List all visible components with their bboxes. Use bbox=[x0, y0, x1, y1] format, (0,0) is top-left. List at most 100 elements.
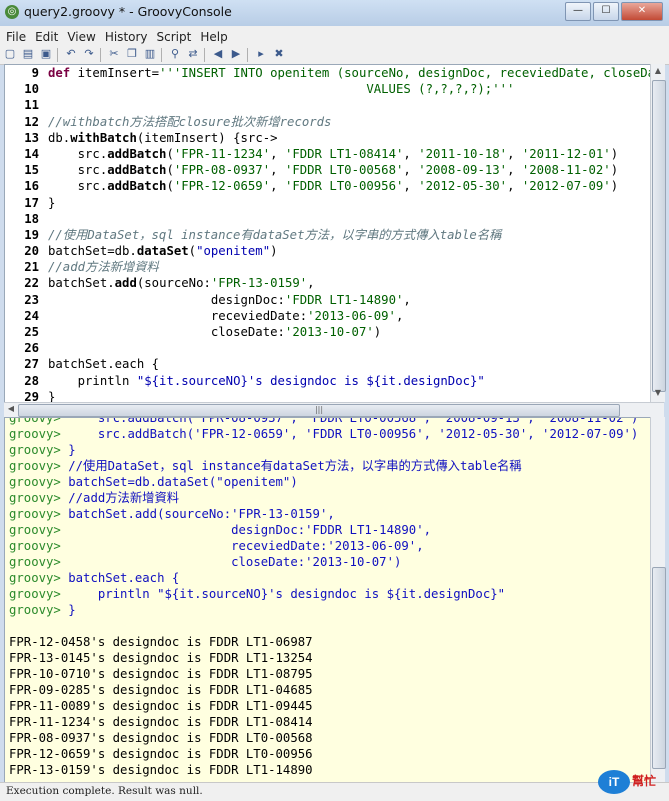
code-line: batchSet.add(sourceNo:'FPR-13-0159', bbox=[48, 276, 315, 291]
code-area[interactable]: def itemInsert='''INSERT INTO openitem (… bbox=[48, 65, 651, 403]
output-echo-line: groovy> receviedDate:'2013-06-09', bbox=[9, 539, 424, 553]
editor-horizontal-scrollbar[interactable]: ◀ ||| bbox=[4, 402, 664, 417]
code-line: src.addBatch('FPR-11-1234', 'FDDR LT1-08… bbox=[48, 146, 619, 161]
status-text: Execution complete. Result was null. bbox=[6, 785, 203, 797]
paste-icon[interactable]: ▥ bbox=[142, 46, 158, 62]
code-line: } bbox=[48, 195, 56, 210]
history-next-icon[interactable]: ▶ bbox=[228, 46, 244, 62]
code-line: //add方法新增資料 bbox=[48, 260, 159, 275]
window-title: query2.groovy * - GroovyConsole bbox=[24, 4, 232, 19]
output-echo-line: groovy> } bbox=[9, 603, 76, 617]
code-line: src.addBatch('FPR-12-0659', 'FDDR LT0-00… bbox=[48, 179, 619, 194]
output-echo-line: groovy> src.addBatch('FPR-08-0937', 'FDD… bbox=[9, 417, 639, 425]
line-number: 13 bbox=[24, 130, 39, 145]
code-line: //withbatch方法搭配closure批次新增records bbox=[48, 114, 332, 129]
code-line: receviedDate:'2013-06-09', bbox=[48, 308, 404, 323]
line-number: 27 bbox=[24, 357, 39, 372]
title-bar: ◎ query2.groovy * - GroovyConsole — ☐ ✕ bbox=[0, 0, 669, 27]
code-line: src.addBatch('FPR-08-0937', 'FDDR LT0-00… bbox=[48, 163, 619, 178]
replace-icon[interactable]: ⇄ bbox=[185, 46, 201, 62]
toolbar: ▢ ▤ ▣ ↶ ↷ ✂ ❐ ▥ ⚲ ⇄ ◀ ▶ ▸ ✖ bbox=[0, 44, 669, 65]
scroll-down-icon[interactable]: ▼ bbox=[653, 388, 663, 400]
code-line: //使用DataSet，sql instance有dataSet方法，以字串的方… bbox=[48, 227, 502, 242]
output-vertical-scrollbar[interactable] bbox=[650, 417, 666, 782]
line-number: 11 bbox=[24, 98, 39, 113]
ithome-watermark-logo: iT 幫忙 bbox=[598, 768, 664, 798]
code-line: designDoc:'FDDR LT1-14890', bbox=[48, 292, 411, 307]
line-number-gutter: 9 10 11 12 13 14 15 16 17 18 19 20 21 22… bbox=[5, 65, 45, 403]
copy-icon[interactable]: ❐ bbox=[124, 46, 140, 62]
output-echo-line: groovy> //使用DataSet，sql instance有dataSet… bbox=[9, 459, 522, 473]
find-icon[interactable]: ⚲ bbox=[167, 46, 183, 62]
output-pane[interactable]: groovy> src.addBatch('FPR-08-0937', 'FDD… bbox=[4, 417, 651, 784]
cut-icon[interactable]: ✂ bbox=[106, 46, 122, 62]
code-line: VALUES (?,?,?,?);''' bbox=[48, 82, 515, 97]
output-echo-line: groovy> closeDate:'2013-10-07') bbox=[9, 555, 402, 569]
output-result-line: FPR-12-0659's designdoc is FDDR LT0-0095… bbox=[9, 747, 313, 761]
line-number: 24 bbox=[24, 308, 39, 323]
logo-word: 幫忙 bbox=[632, 774, 657, 788]
line-number: 14 bbox=[24, 146, 39, 161]
open-icon[interactable]: ▤ bbox=[20, 46, 36, 62]
output-result-line: FPR-09-0285's designdoc is FDDR LT1-0468… bbox=[9, 683, 313, 697]
line-number: 9 bbox=[31, 66, 39, 80]
output-echo-line: groovy> } bbox=[9, 443, 76, 457]
code-line: batchSet=db.dataSet("openitem") bbox=[48, 244, 278, 259]
scroll-left-icon[interactable]: ◀ bbox=[6, 404, 16, 416]
maximize-button[interactable]: ☐ bbox=[593, 2, 619, 21]
menu-help[interactable]: Help bbox=[194, 28, 230, 44]
script-editor[interactable]: 9 10 11 12 13 14 15 16 17 18 19 20 21 22… bbox=[4, 64, 651, 404]
menu-edit[interactable]: Edit bbox=[29, 28, 61, 44]
history-prev-icon[interactable]: ◀ bbox=[210, 46, 226, 62]
menu-bar: File Edit View History Script Help bbox=[0, 26, 669, 44]
line-number: 16 bbox=[24, 179, 39, 194]
run-icon[interactable]: ▸ bbox=[253, 46, 269, 62]
close-button[interactable]: ✕ bbox=[621, 2, 663, 21]
output-result-line: FPR-13-0159's designdoc is FDDR LT1-1489… bbox=[9, 763, 313, 777]
output-echo-line: groovy> designDoc:'FDDR LT1-14890', bbox=[9, 523, 431, 537]
redo-icon[interactable]: ↷ bbox=[81, 46, 97, 62]
output-echo-line: groovy> src.addBatch('FPR-12-0659', 'FDD… bbox=[9, 427, 639, 441]
menu-view[interactable]: View bbox=[61, 28, 98, 44]
code-line: closeDate:'2013-10-07') bbox=[48, 325, 382, 339]
line-number: 10 bbox=[24, 82, 39, 97]
code-line: def itemInsert='''INSERT INTO openitem (… bbox=[48, 66, 651, 80]
scroll-thumb[interactable] bbox=[652, 567, 666, 769]
output-result-line: FPR-12-0458's designdoc is FDDR LT1-0698… bbox=[9, 635, 313, 649]
scroll-thumb[interactable] bbox=[652, 80, 666, 392]
minimize-button[interactable]: — bbox=[565, 2, 591, 21]
menu-script[interactable]: Script bbox=[151, 28, 195, 44]
line-number: 12 bbox=[24, 114, 39, 129]
clear-icon[interactable]: ✖ bbox=[271, 46, 287, 62]
code-line: println "${it.sourceNO}'s designdoc is $… bbox=[48, 373, 485, 388]
scroll-thumb[interactable]: ||| bbox=[18, 404, 620, 417]
code-line: db.withBatch(itemInsert) {src-> bbox=[48, 130, 278, 145]
groovy-icon: ◎ bbox=[5, 5, 19, 19]
undo-icon[interactable]: ↶ bbox=[63, 46, 79, 62]
output-result-line: FPR-13-0145's designdoc is FDDR LT1-1325… bbox=[9, 651, 313, 665]
line-number: 20 bbox=[24, 244, 39, 259]
output-echo-line: groovy> batchSet.each { bbox=[9, 571, 180, 585]
line-number: 17 bbox=[24, 195, 39, 210]
output-result-line: FPR-08-0937's designdoc is FDDR LT0-0056… bbox=[9, 731, 313, 745]
scroll-up-icon[interactable]: ▲ bbox=[653, 66, 663, 78]
output-echo-line: groovy> //add方法新增資料 bbox=[9, 491, 180, 505]
save-icon[interactable]: ▣ bbox=[38, 46, 54, 62]
line-number: 23 bbox=[24, 292, 39, 307]
line-number: 19 bbox=[24, 227, 39, 242]
menu-file[interactable]: File bbox=[0, 28, 29, 44]
menu-history[interactable]: History bbox=[99, 28, 151, 44]
output-echo-line: groovy> batchSet.add(sourceNo:'FPR-13-01… bbox=[9, 507, 335, 521]
line-number: 21 bbox=[24, 260, 39, 275]
output-result-line: FPR-10-0710's designdoc is FDDR LT1-0879… bbox=[9, 667, 313, 681]
code-line: batchSet.each { bbox=[48, 357, 160, 372]
output-echo-line: groovy> println "${it.sourceNO}'s design… bbox=[9, 587, 506, 601]
editor-vertical-scrollbar[interactable]: ▲ ▼ bbox=[650, 64, 666, 402]
logo-bubble: iT bbox=[598, 770, 630, 794]
status-bar: Execution complete. Result was null. bbox=[0, 782, 669, 801]
new-file-icon[interactable]: ▢ bbox=[2, 46, 18, 62]
line-number: 18 bbox=[24, 211, 39, 226]
